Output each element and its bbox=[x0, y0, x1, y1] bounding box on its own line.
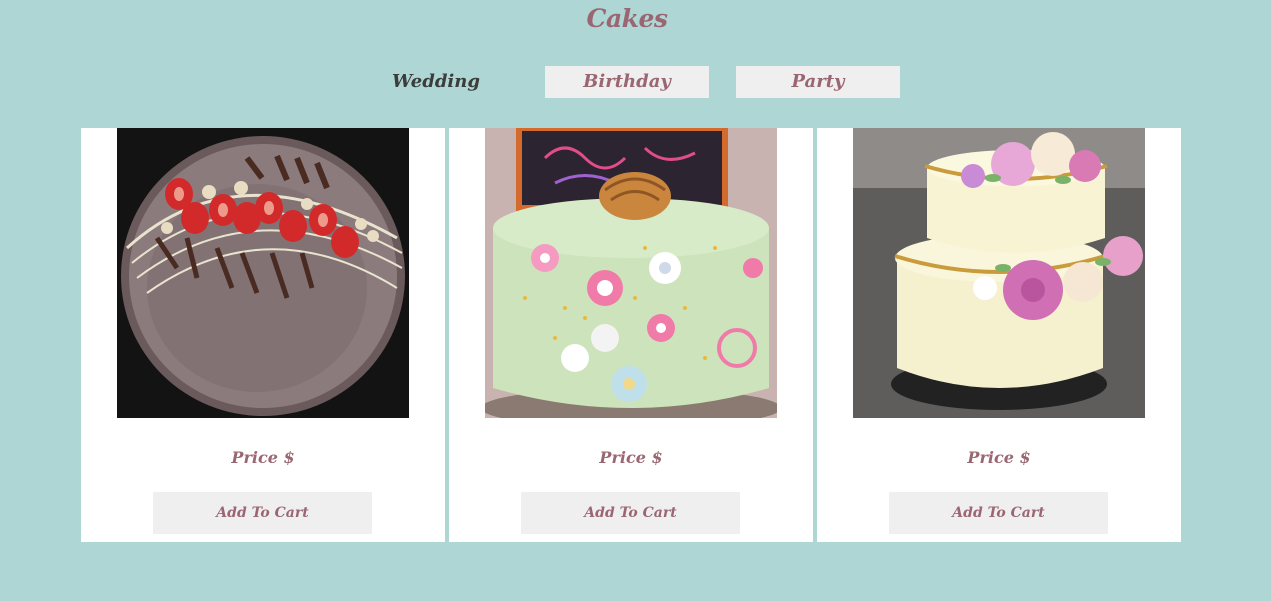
add-to-cart-button[interactable]: Add To Cart bbox=[889, 492, 1108, 534]
page-title: Cakes bbox=[586, 4, 668, 33]
tab-party[interactable]: Party bbox=[736, 66, 900, 98]
product-image-two-tier-cake bbox=[853, 128, 1145, 418]
tab-birthday[interactable]: Birthday bbox=[545, 66, 709, 98]
price-label: Price $ bbox=[231, 448, 295, 467]
product-card: Price $ Add To Cart bbox=[449, 128, 813, 542]
add-to-cart-button[interactable]: Add To Cart bbox=[521, 492, 740, 534]
product-card: Price $ Add To Cart bbox=[81, 128, 445, 542]
category-tabs: Wedding Birthday Party bbox=[0, 66, 1271, 98]
product-image-chocolate-tart bbox=[117, 128, 409, 418]
add-to-cart-button[interactable]: Add To Cart bbox=[153, 492, 372, 534]
price-label: Price $ bbox=[967, 448, 1031, 467]
product-image-mint-floral-cake bbox=[485, 128, 777, 418]
product-card: Price $ Add To Cart bbox=[817, 128, 1181, 542]
price-label: Price $ bbox=[599, 448, 663, 467]
tab-wedding[interactable]: Wedding bbox=[354, 66, 518, 98]
